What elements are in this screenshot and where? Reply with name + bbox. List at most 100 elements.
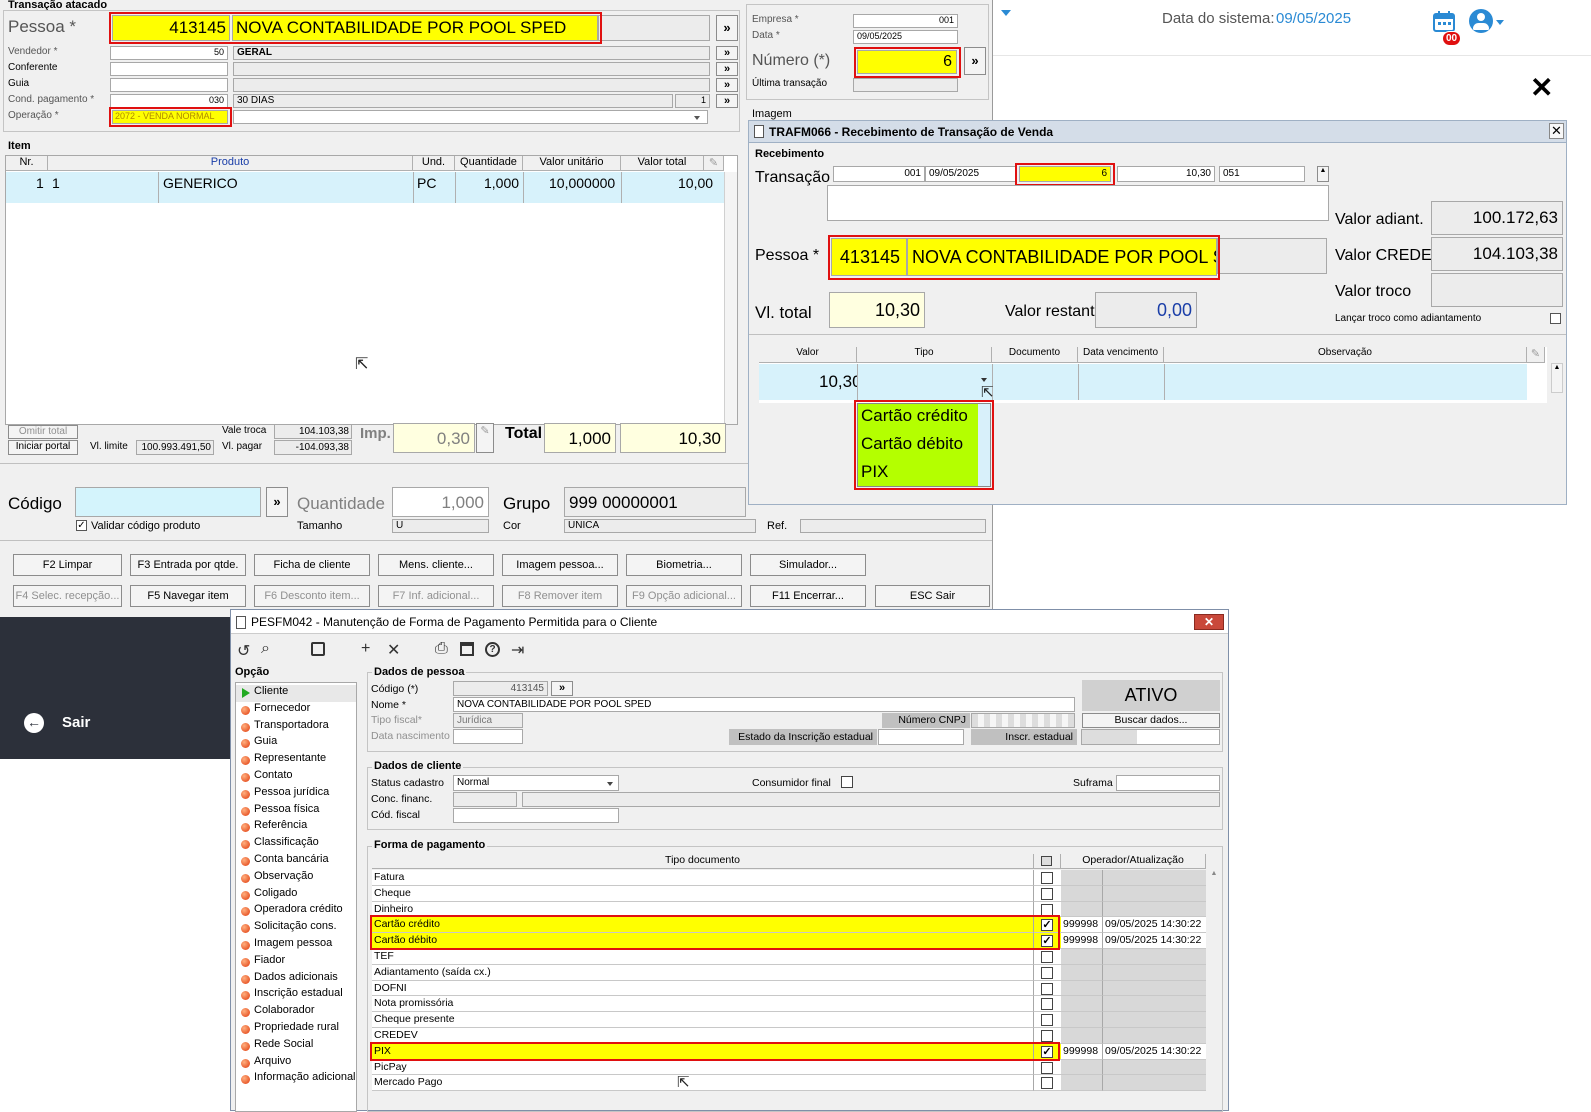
- payment-checkbox[interactable]: [1041, 1061, 1053, 1074]
- estado-ie-field[interactable]: [878, 729, 964, 745]
- col-produto[interactable]: Produto: [48, 156, 413, 171]
- table-row[interactable]: Adiantamento (saída cx.): [372, 964, 1206, 981]
- trans-memo-field[interactable]: [827, 185, 1329, 221]
- table-row[interactable]: PicPay: [372, 1059, 1206, 1076]
- table-row[interactable]: Cheque presente: [372, 1012, 1206, 1028]
- col-documento[interactable]: Documento: [992, 347, 1078, 363]
- table-row[interactable]: 10,30: [759, 364, 1527, 400]
- option-item[interactable]: Pessoa jurídica: [236, 786, 356, 803]
- table-row[interactable]: TEF: [372, 949, 1206, 965]
- col-operador-atualizacao[interactable]: Operador/Atualização: [1061, 854, 1206, 869]
- col-select-all[interactable]: [1034, 854, 1061, 869]
- omitir-total-button[interactable]: Omitir total: [8, 425, 78, 439]
- payment-checkbox[interactable]: [1041, 1014, 1053, 1027]
- option-item[interactable]: Referência: [236, 819, 356, 836]
- tipo-dropdown[interactable]: [858, 364, 992, 400]
- f5-navegar-item-button[interactable]: F5 Navegar item: [130, 585, 246, 607]
- option-item[interactable]: Pessoa física: [236, 803, 356, 820]
- table-row[interactable]: Nota promissória: [372, 996, 1206, 1013]
- delete-icon[interactable]: ✕: [387, 640, 400, 660]
- exit-icon[interactable]: ←: [24, 713, 44, 733]
- trans-data-field[interactable]: 09/05/2025: [925, 166, 1017, 182]
- simulador-button[interactable]: Simulador...: [750, 554, 866, 576]
- option-item[interactable]: Classificação: [236, 836, 356, 853]
- save-icon[interactable]: [311, 642, 325, 656]
- conferente-search-button[interactable]: »: [716, 62, 738, 76]
- option-item[interactable]: Transportadora: [236, 719, 356, 736]
- trans-empresa-field[interactable]: 001: [833, 166, 925, 182]
- col-valor-total[interactable]: Valor total: [621, 156, 704, 171]
- empresa-field[interactable]: 001: [853, 14, 958, 28]
- option-item[interactable]: Operadora crédito: [236, 903, 356, 920]
- esc-sair-button[interactable]: ESC Sair: [875, 585, 990, 607]
- table-row[interactable]: 1 1 GENERICO PC 1,000 10,000000 10,00: [6, 172, 724, 203]
- grid-options-icon[interactable]: ✎: [1527, 347, 1545, 363]
- add-icon[interactable]: +: [361, 640, 370, 658]
- payment-checkbox[interactable]: [1041, 887, 1053, 900]
- tipo-fiscal-dropdown[interactable]: Jurídica: [453, 713, 523, 728]
- f2-limpar-button[interactable]: F2 Limpar: [13, 554, 122, 576]
- col-tipo-documento[interactable]: Tipo documento: [372, 854, 1034, 869]
- f3-entrada-button[interactable]: F3 Entrada por qtde.: [130, 554, 246, 576]
- option-item[interactable]: Representante: [236, 752, 356, 769]
- col-und[interactable]: Und.: [413, 156, 455, 171]
- col-quantidade[interactable]: Quantidade: [455, 156, 523, 171]
- trans-valor-field[interactable]: 10,30: [1117, 166, 1215, 182]
- option-item[interactable]: Conta bancária: [236, 853, 356, 870]
- option-item[interactable]: Rede Social: [236, 1038, 356, 1055]
- codigo-field[interactable]: 413145: [453, 681, 548, 696]
- cond-pagamento-search-button[interactable]: »: [716, 94, 738, 108]
- chevron-down-icon[interactable]: [1001, 10, 1011, 16]
- lancar-troco-checkbox[interactable]: [1550, 313, 1561, 324]
- f9-opcao-adicional-button[interactable]: F9 Opção adicional...: [626, 585, 742, 607]
- option-item[interactable]: Propriedade rural: [236, 1021, 356, 1038]
- suframa-field[interactable]: [1116, 775, 1220, 791]
- table-row[interactable]: Fatura: [372, 870, 1206, 886]
- codigo-search-button[interactable]: »: [266, 487, 288, 517]
- exit-label[interactable]: Sair: [62, 714, 90, 731]
- cod-fiscal-field[interactable]: [453, 808, 619, 823]
- col-data-vencimento[interactable]: Data vencimento: [1078, 347, 1164, 363]
- cond-pagamento-code-field[interactable]: 030: [110, 94, 228, 108]
- f6-desconto-item-button[interactable]: F6 Desconto item...: [254, 585, 370, 607]
- undo-icon[interactable]: ↺: [237, 641, 250, 661]
- close-icon[interactable]: ✕: [1549, 123, 1564, 139]
- payment-checkbox[interactable]: [1041, 903, 1053, 916]
- option-item[interactable]: Coligado: [236, 887, 356, 904]
- col-tipo[interactable]: Tipo: [857, 347, 992, 363]
- grid-options-icon[interactable]: ✎: [704, 156, 724, 171]
- guia-search-button[interactable]: »: [716, 78, 738, 92]
- col-observacao[interactable]: Observação: [1164, 347, 1527, 363]
- option-item[interactable]: Cliente: [236, 685, 356, 702]
- trans-scroll-up[interactable]: ▲: [1317, 166, 1329, 182]
- ficha-cliente-button[interactable]: Ficha de cliente: [254, 554, 370, 576]
- payment-checkbox[interactable]: [1041, 1030, 1053, 1042]
- codigo-input[interactable]: [75, 487, 261, 517]
- recebimento-tab[interactable]: Recebimento: [755, 148, 824, 160]
- inscr-estadual-field[interactable]: [1081, 729, 1220, 745]
- option-item[interactable]: Arquivo: [236, 1055, 356, 1072]
- status-cadastro-dropdown[interactable]: Normal: [453, 775, 619, 791]
- help-icon[interactable]: ?: [485, 642, 500, 657]
- conc-financ-code[interactable]: [453, 792, 517, 807]
- option-item[interactable]: Inscrição estadual: [236, 987, 356, 1004]
- table-row[interactable]: DOFNI: [372, 980, 1206, 997]
- mens-cliente-button[interactable]: Mens. cliente...: [378, 554, 494, 576]
- numero-search-button[interactable]: »: [964, 47, 986, 75]
- pessoa-search-button[interactable]: »: [716, 15, 738, 41]
- operacao-dropdown[interactable]: [233, 110, 708, 124]
- chevron-down-icon[interactable]: [607, 782, 613, 786]
- option-item[interactable]: Guia: [236, 735, 356, 752]
- f4-selec-recepcao-button[interactable]: F4 Selec. recepção...: [13, 585, 122, 607]
- payment-checkbox[interactable]: [1041, 872, 1053, 884]
- biometria-button[interactable]: Biometria...: [626, 554, 742, 576]
- payment-checkbox[interactable]: [1041, 998, 1053, 1011]
- option-item[interactable]: Colaborador: [236, 1004, 356, 1021]
- option-item[interactable]: Dados adicionais: [236, 971, 356, 988]
- data-field[interactable]: 09/05/2025: [853, 30, 958, 44]
- quantidade-field[interactable]: 1,000: [392, 487, 489, 517]
- f7-inf-adicional-button[interactable]: F7 Inf. adicional...: [378, 585, 494, 607]
- trans-cod-field[interactable]: 051: [1219, 166, 1305, 182]
- payment-checkbox[interactable]: [1041, 1077, 1053, 1090]
- select-all-checkbox[interactable]: [1041, 856, 1052, 866]
